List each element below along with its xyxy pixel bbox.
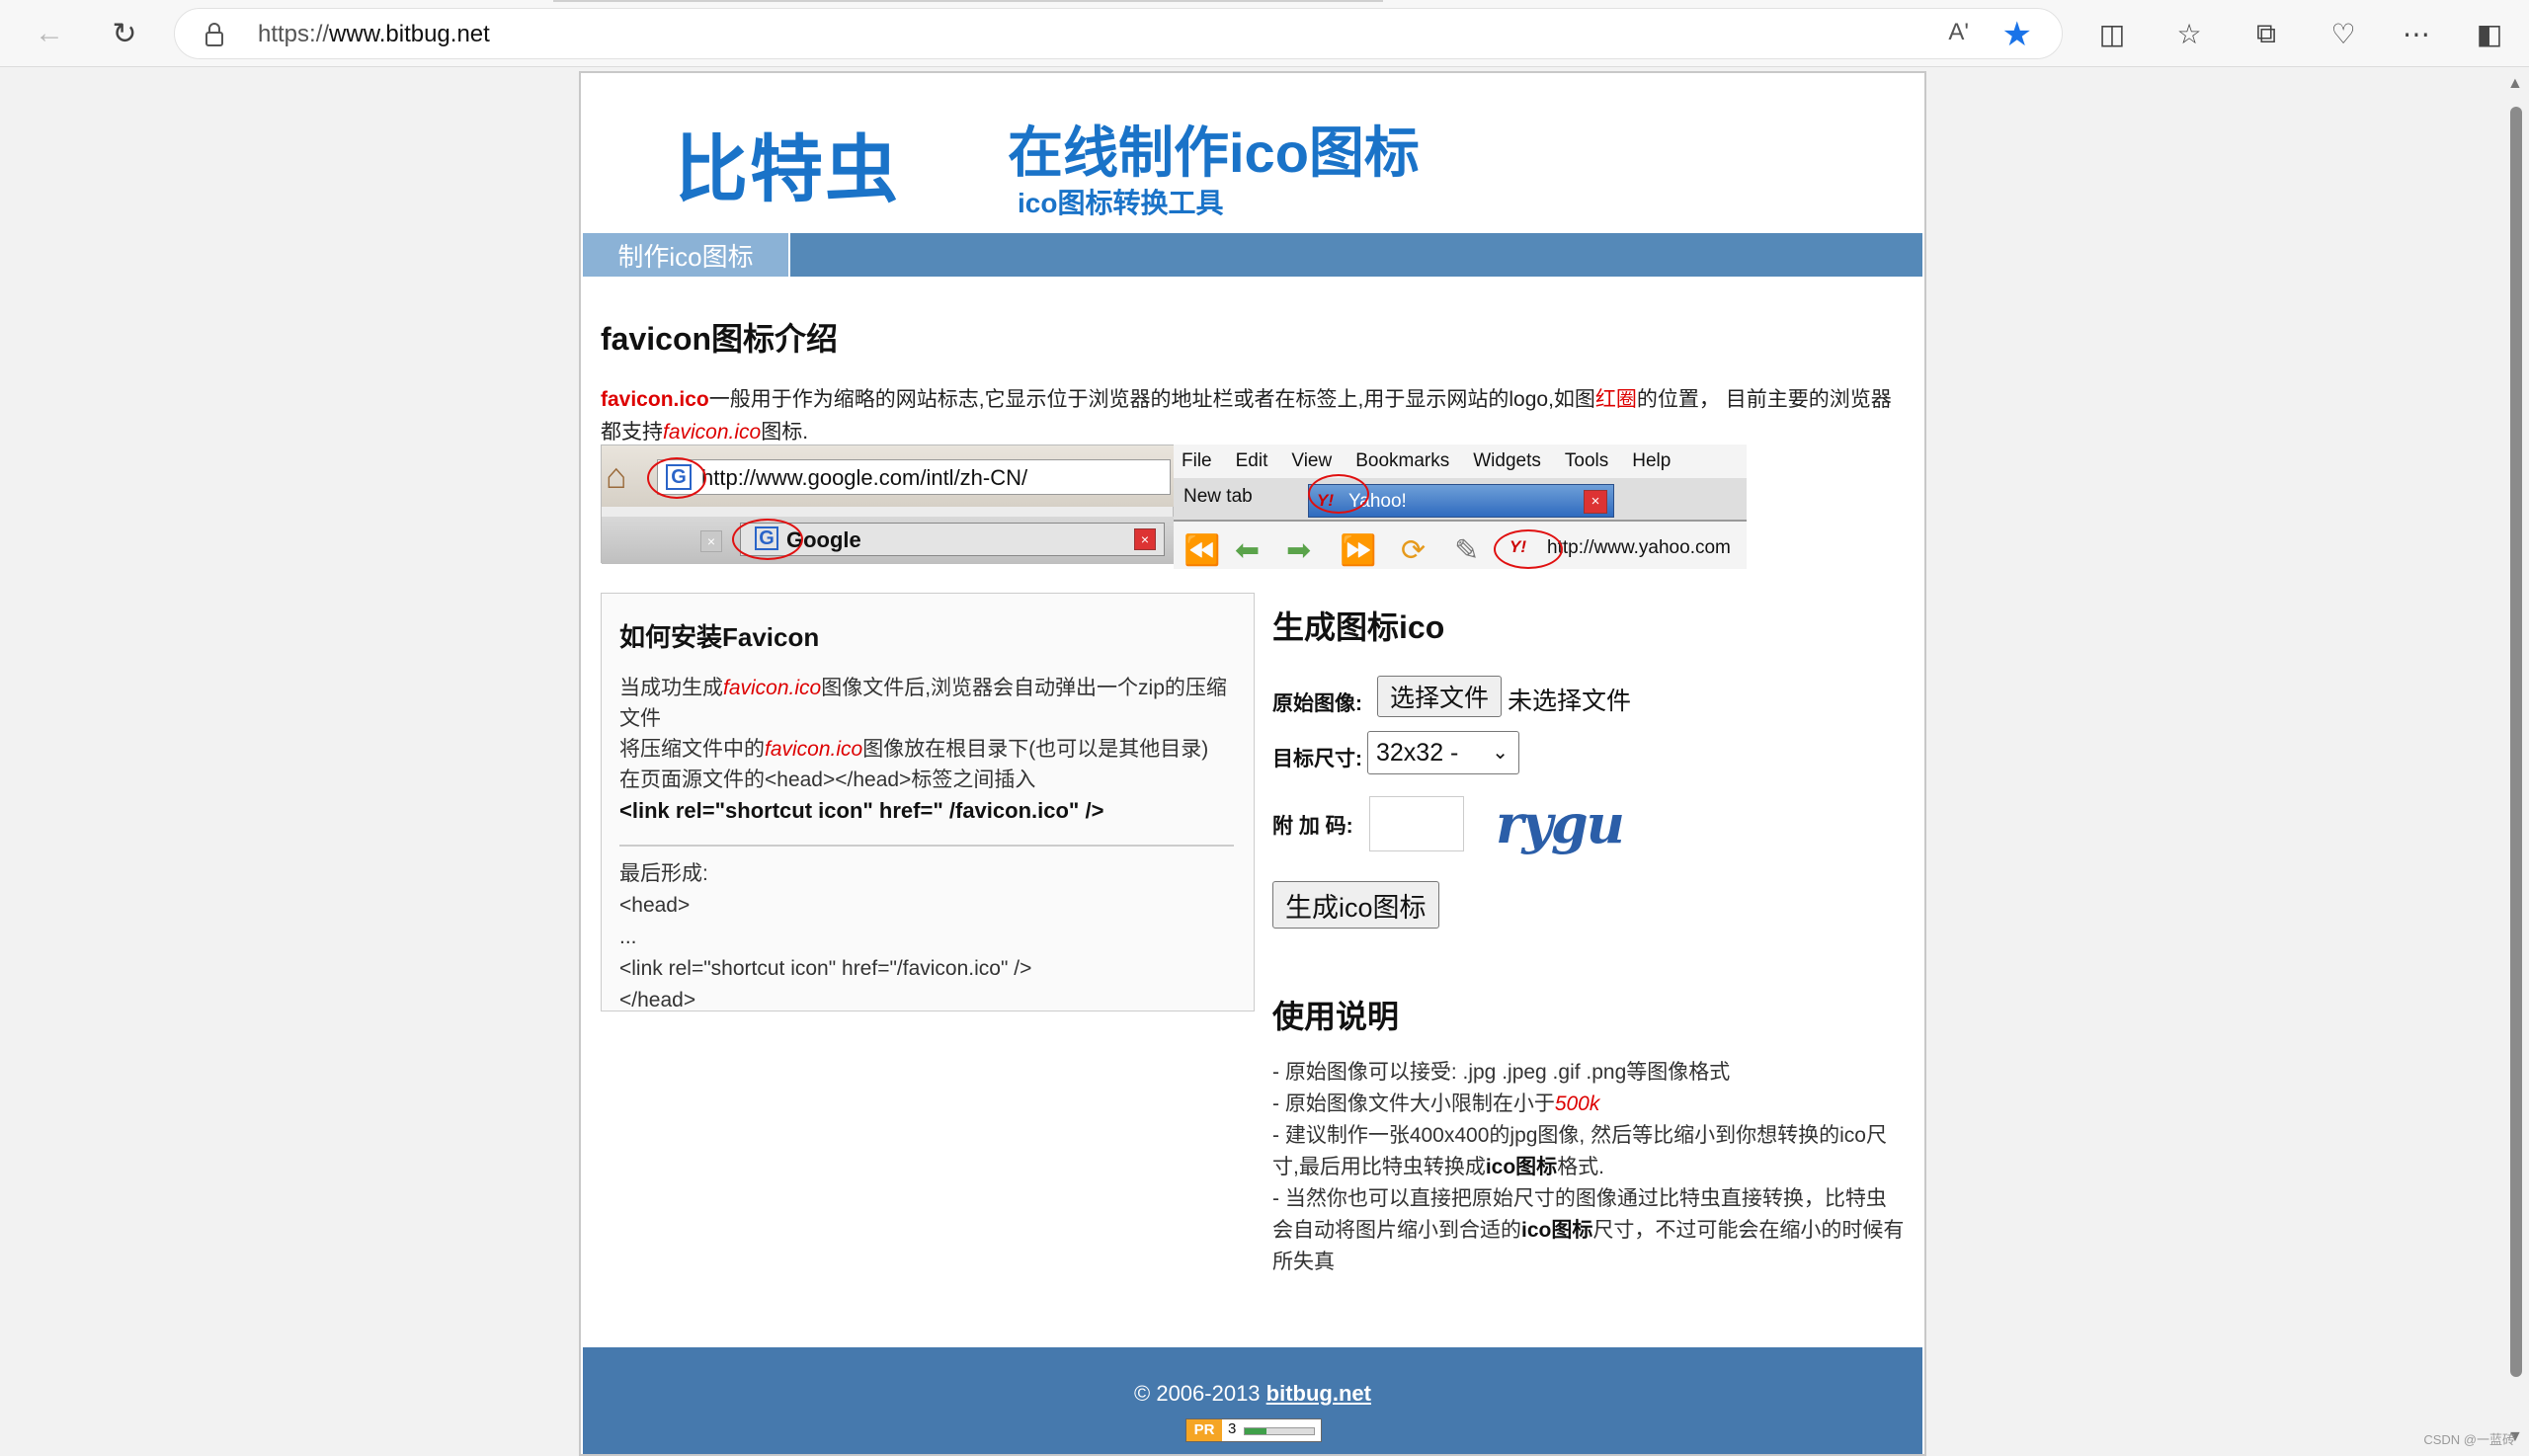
target-size-select[interactable]: 32x32 - ⌄ — [1367, 731, 1519, 774]
nav-tab-make-ico[interactable]: 制作ico图标 — [583, 233, 790, 277]
back-icon[interactable]: ← — [30, 14, 69, 53]
address-bar[interactable]: https://www.bitbug.net A' ★ — [174, 8, 2063, 59]
more-icon[interactable]: ⋯ — [2397, 14, 2436, 53]
performance-icon[interactable]: ♡ — [2324, 14, 2363, 53]
loading-indicator — [553, 0, 1383, 2]
site-subtitle: ico图标转换工具 — [1018, 188, 1224, 218]
page-container: 比特虫 在线制作ico图标 ico图标转换工具 制作ico图标 favicon图… — [579, 71, 1926, 1456]
example-menu: File Edit View Bookmarks Widgets Tools Help — [1182, 450, 1672, 471]
link-tag-code: <link rel="shortcut icon" href=" /favico… — [619, 798, 1104, 823]
favorites-icon[interactable]: ☆ — [2169, 14, 2209, 53]
generate-ico-button[interactable]: 生成ico图标 — [1272, 881, 1439, 929]
close-icon: × — [1134, 528, 1156, 550]
forward-arrow-icon: ➡ — [1286, 534, 1312, 567]
edit-icon: ✎ — [1454, 534, 1480, 567]
refresh-icon[interactable]: ↻ — [105, 14, 144, 53]
generate-heading: 生成图标ico — [1272, 609, 1445, 645]
scroll-up-icon[interactable]: ▲ — [2507, 75, 2523, 93]
reload-icon: ⟳ — [1401, 534, 1427, 567]
source-image-label: 原始图像: — [1272, 692, 1362, 715]
split-screen-icon[interactable]: ◫ — [2092, 14, 2132, 53]
pagerank-badge: PR 3 — [1185, 1418, 1322, 1442]
favicon-example-yahoo: File Edit View Bookmarks Widgets Tools Help Ne… — [1174, 445, 1747, 569]
captcha-label: 附 加 码: — [1272, 815, 1353, 838]
vertical-scrollbar[interactable]: ▲ ▼ — [2501, 67, 2529, 1456]
site-title: 在线制作ico图标 — [1008, 121, 1420, 184]
favicon-example-google: ⌂ G http://www.google.com/intl/zh-CN/ × … — [601, 445, 1175, 564]
rewind-icon: ⏪ — [1183, 534, 1221, 567]
divider — [619, 845, 1234, 847]
choose-file-button[interactable]: 选择文件 — [1377, 676, 1503, 717]
collections-icon[interactable]: ⧉ — [2246, 14, 2286, 53]
highlight-circle — [1308, 474, 1369, 514]
browser-toolbar: ← ↻ https://www.bitbug.net A' ★ ◫ ☆ ⧉ ♡ … — [0, 0, 2529, 67]
install-guide-box: 如何安装Favicon 当成功生成favicon.ico图像文件后,浏览器会自动… — [601, 593, 1255, 1011]
usage-heading: 使用说明 — [1272, 999, 1400, 1034]
lock-icon[interactable] — [204, 22, 224, 47]
chevron-down-icon: ⌄ — [1492, 742, 1509, 764]
target-size-label: 目标尺寸: — [1272, 748, 1362, 770]
captcha-input[interactable] — [1369, 796, 1464, 851]
no-file-text: 未选择文件 — [1508, 688, 1632, 715]
footer-site-link[interactable]: bitbug.net — [1266, 1381, 1371, 1406]
highlight-circle — [647, 457, 706, 499]
copyright: © 2006-2013 bitbug.net — [1134, 1381, 1371, 1406]
highlight-circle — [1494, 529, 1563, 569]
site-logo[interactable]: 比特虫 — [675, 111, 900, 216]
usage-notes: - 原始图像可以接受: .jpg .jpeg .gif .png等图像格式 - … — [1272, 1061, 1905, 1273]
close-icon: × — [700, 530, 722, 552]
highlight-circle — [732, 519, 803, 560]
close-icon: × — [1584, 490, 1607, 514]
favicon-term: favicon.ico — [601, 388, 709, 411]
install-steps: 当成功生成favicon.ico图像文件后,浏览器会自动弹出一个zip的压缩文件… — [619, 673, 1232, 826]
install-result: 最后形成: <head> ... <link rel="shortcut ico… — [619, 862, 1032, 1011]
back-arrow-icon: ⬅ — [1235, 534, 1261, 567]
install-guide-heading: 如何安装Favicon — [619, 622, 820, 652]
intro-paragraph: favicon.ico一般用于作为缩略的网站标志,它显示位于浏览器的地址栏或者在… — [601, 388, 1892, 444]
favorite-star-icon[interactable]: ★ — [2002, 15, 2032, 54]
intro-heading: favicon图标介绍 — [601, 321, 839, 357]
scrollbar-thumb[interactable] — [2510, 107, 2522, 1377]
page-footer: © 2006-2013 bitbug.net PR 3 — [583, 1347, 1922, 1454]
fast-forward-icon: ⏩ — [1340, 534, 1377, 567]
captcha-image[interactable]: rygu — [1496, 792, 1625, 855]
watermark: CSDN @一蓝砖 — [2423, 1432, 2515, 1447]
nav-bar: 制作ico图标 — [583, 233, 1922, 277]
home-icon: ⌂ — [606, 455, 627, 496]
read-aloud-icon[interactable]: A' — [1948, 19, 1969, 46]
sidebar-icon[interactable]: ◧ — [2470, 14, 2509, 53]
url-text[interactable]: https://www.bitbug.net — [258, 21, 490, 48]
